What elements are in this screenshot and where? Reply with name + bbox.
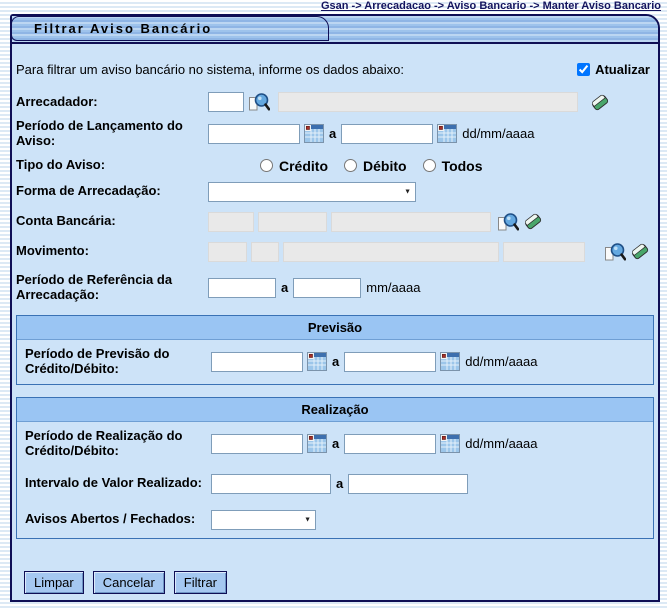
atualizar-label: Atualizar xyxy=(595,62,650,77)
periodo-lancamento-to-input[interactable] xyxy=(341,124,433,144)
intro-row: Para filtrar um aviso bancário no sistem… xyxy=(16,62,652,77)
periodo-lancamento-label: Período de Lançamento do Aviso: xyxy=(16,119,208,149)
date-format-hint: dd/mm/aaaa xyxy=(465,436,537,451)
realizacao-section: Realização Período de Realização do Créd… xyxy=(16,397,654,539)
periodo-realizacao-row: Período de Realização do Crédito/Débito:… xyxy=(17,422,653,466)
periodo-realizacao-from-input[interactable] xyxy=(211,434,303,454)
periodo-previsao-to-calendar-icon[interactable] xyxy=(440,352,460,371)
date-format-hint: dd/mm/aaaa xyxy=(462,126,534,141)
tipo-todos-radio[interactable] xyxy=(423,159,436,172)
periodo-referencia-to-input[interactable] xyxy=(293,278,361,298)
intervalo-valor-label: Intervalo de Valor Realizado: xyxy=(25,476,211,491)
forma-arrecadacao-label: Forma de Arrecadação: xyxy=(16,184,208,199)
cancelar-button[interactable]: Cancelar xyxy=(93,571,165,594)
conta-bancaria-search-icon[interactable] xyxy=(497,212,519,232)
periodo-realizacao-to-calendar-icon[interactable] xyxy=(440,434,460,453)
periodo-referencia-label: Período de Referência da Arrecadação: xyxy=(16,273,208,303)
forma-arrecadacao-select[interactable] xyxy=(208,182,416,202)
movimento-field-4 xyxy=(503,242,585,262)
periodo-realizacao-label: Período de Realização do Crédito/Débito: xyxy=(25,429,211,459)
button-bar: Limpar Cancelar Filtrar xyxy=(24,571,646,594)
conta-bancaria-field-1 xyxy=(208,212,254,232)
previsao-section-title: Previsão xyxy=(17,316,653,340)
arrecadador-erase-icon[interactable] xyxy=(590,93,610,112)
panel-header-bar: Filtrar Aviso Bancário xyxy=(12,16,658,44)
avisos-abertos-label: Avisos Abertos / Fechados: xyxy=(25,512,211,527)
periodo-referencia-row: Período de Referência da Arrecadação: a … xyxy=(12,273,658,303)
periodo-lancamento-from-input[interactable] xyxy=(208,124,300,144)
intervalo-valor-from-input[interactable] xyxy=(211,474,331,494)
arrecadador-search-icon[interactable] xyxy=(248,92,270,112)
periodo-previsao-from-calendar-icon[interactable] xyxy=(307,352,327,371)
movimento-label: Movimento: xyxy=(16,244,208,259)
limpar-button[interactable]: Limpar xyxy=(24,571,84,594)
avisos-abertos-select[interactable] xyxy=(211,510,316,530)
movimento-search-icon[interactable] xyxy=(604,242,626,262)
range-separator: a xyxy=(336,476,343,491)
periodo-previsao-label: Período de Previsão do Crédito/Débito: xyxy=(25,347,211,377)
forma-arrecadacao-row: Forma de Arrecadação: xyxy=(12,181,658,203)
conta-bancaria-field-3 xyxy=(331,212,491,232)
movimento-field-2 xyxy=(251,242,279,262)
periodo-previsao-from-input[interactable] xyxy=(211,352,303,372)
intro-text: Para filtrar um aviso bancário no sistem… xyxy=(16,62,404,77)
arrecadador-label: Arrecadador: xyxy=(16,95,208,110)
range-separator: a xyxy=(281,280,288,295)
movimento-field-1 xyxy=(208,242,247,262)
range-separator: a xyxy=(332,436,339,451)
periodo-realizacao-to-input[interactable] xyxy=(344,434,436,454)
intervalo-valor-to-input[interactable] xyxy=(348,474,468,494)
periodo-realizacao-from-calendar-icon[interactable] xyxy=(307,434,327,453)
realizacao-section-title: Realização xyxy=(17,398,653,422)
page-title: Filtrar Aviso Bancário xyxy=(11,16,329,41)
atualizar-checkbox[interactable] xyxy=(577,63,590,76)
range-separator: a xyxy=(332,354,339,369)
intervalo-valor-row: Intervalo de Valor Realizado: a xyxy=(17,466,653,502)
tipo-credito-radio[interactable] xyxy=(260,159,273,172)
tipo-aviso-row: Tipo do Aviso: Crédito Débito Todos xyxy=(12,155,658,177)
periodo-lancamento-from-calendar-icon[interactable] xyxy=(304,124,324,143)
arrecadador-name-field xyxy=(278,92,578,112)
movimento-row: Movimento: xyxy=(12,241,658,263)
conta-bancaria-erase-icon[interactable] xyxy=(523,212,543,231)
page-background: Gsan -> Arrecadacao -> Aviso Bancario ->… xyxy=(0,0,667,609)
periodo-lancamento-to-calendar-icon[interactable] xyxy=(437,124,457,143)
breadcrumb[interactable]: Gsan -> Arrecadacao -> Aviso Bancario ->… xyxy=(321,0,661,12)
date-format-hint: dd/mm/aaaa xyxy=(465,354,537,369)
periodo-previsao-row: Período de Previsão do Crédito/Débito: a… xyxy=(17,340,653,384)
arrecadador-code-input[interactable] xyxy=(208,92,244,112)
periodo-lancamento-row: Período de Lançamento do Aviso: a dd/mm/… xyxy=(12,119,658,149)
tipo-todos-label: Todos xyxy=(442,158,483,174)
movimento-erase-icon[interactable] xyxy=(630,242,650,261)
tipo-debito-radio[interactable] xyxy=(344,159,357,172)
conta-bancaria-field-2 xyxy=(258,212,327,232)
filtrar-button[interactable]: Filtrar xyxy=(174,571,227,594)
previsao-section: Previsão Período de Previsão do Crédito/… xyxy=(16,315,654,385)
movimento-field-3 xyxy=(283,242,499,262)
conta-bancaria-label: Conta Bancária: xyxy=(16,214,208,229)
tipo-credito-label: Crédito xyxy=(279,158,328,174)
filter-panel: Filtrar Aviso Bancário Para filtrar um a… xyxy=(10,14,660,602)
month-format-hint: mm/aaaa xyxy=(366,280,420,295)
periodo-referencia-from-input[interactable] xyxy=(208,278,276,298)
conta-bancaria-row: Conta Bancária: xyxy=(12,211,658,233)
periodo-previsao-to-input[interactable] xyxy=(344,352,436,372)
avisos-abertos-row: Avisos Abertos / Fechados: xyxy=(17,502,653,538)
arrecadador-row: Arrecadador: xyxy=(12,91,658,113)
range-separator: a xyxy=(329,126,336,141)
tipo-debito-label: Débito xyxy=(363,158,407,174)
tipo-aviso-label: Tipo do Aviso: xyxy=(16,158,208,173)
